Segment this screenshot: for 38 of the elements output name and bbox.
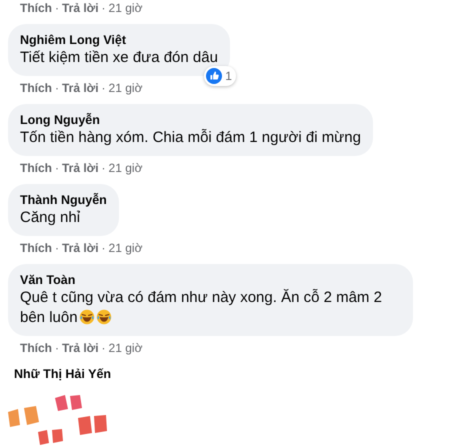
like-link[interactable]: Thích [20,1,52,15]
comment-time: 21 giờ [108,341,142,355]
comment-author[interactable]: Nhữ Thị Hải Yến [8,366,449,382]
comment-time: 21 giờ [108,81,142,95]
like-link[interactable]: Thích [20,241,52,255]
like-link[interactable]: Thích [20,161,52,175]
comment-author[interactable]: Thành Nguyễn [20,192,107,208]
separator: · [55,1,59,15]
comment-time: 21 giờ [108,1,142,15]
thumbs-up-icon [206,68,222,84]
separator: · [102,341,106,355]
separator: · [102,81,106,95]
laughing-emoji-icon [78,309,95,325]
separator: · [55,241,59,255]
separator: · [102,241,106,255]
reply-link[interactable]: Trả lời [62,241,99,255]
comment-text: Quê t cũng vừa có đám như này xong. Ăn cỗ 2 mâm 2 bên luôn [20,288,383,328]
comment-author[interactable]: Nghiêm Long Việt [20,32,218,48]
laughing-emoji-icon [96,309,112,325]
separator: · [55,81,59,95]
comment-text: Tốn tiền hàng xóm. Chia mỗi đám 1 người đi mừng [20,128,361,148]
separator: · [55,161,59,175]
reply-link[interactable]: Trả lời [62,341,99,355]
comment-time: 21 giờ [108,241,142,255]
reply-link[interactable]: Trả lời [62,81,99,95]
separator: · [102,161,106,175]
comment-time: 21 giờ [108,161,142,175]
comment-text: Căng nhỉ [20,208,82,228]
comment-text: Tiết kiệm tiền xe đưa đón dâu [20,48,218,68]
like-link[interactable]: Thích [20,81,52,95]
comment-author[interactable]: Văn Toàn [20,272,401,288]
comment-author[interactable]: Long Nguyễn [20,112,361,128]
reply-link[interactable]: Trả lời [62,1,99,15]
reply-link[interactable]: Trả lời [62,161,99,175]
separator: · [55,341,59,355]
reaction-count[interactable]: 1 [204,66,236,86]
separator: · [102,1,106,15]
like-link[interactable]: Thích [20,341,52,355]
